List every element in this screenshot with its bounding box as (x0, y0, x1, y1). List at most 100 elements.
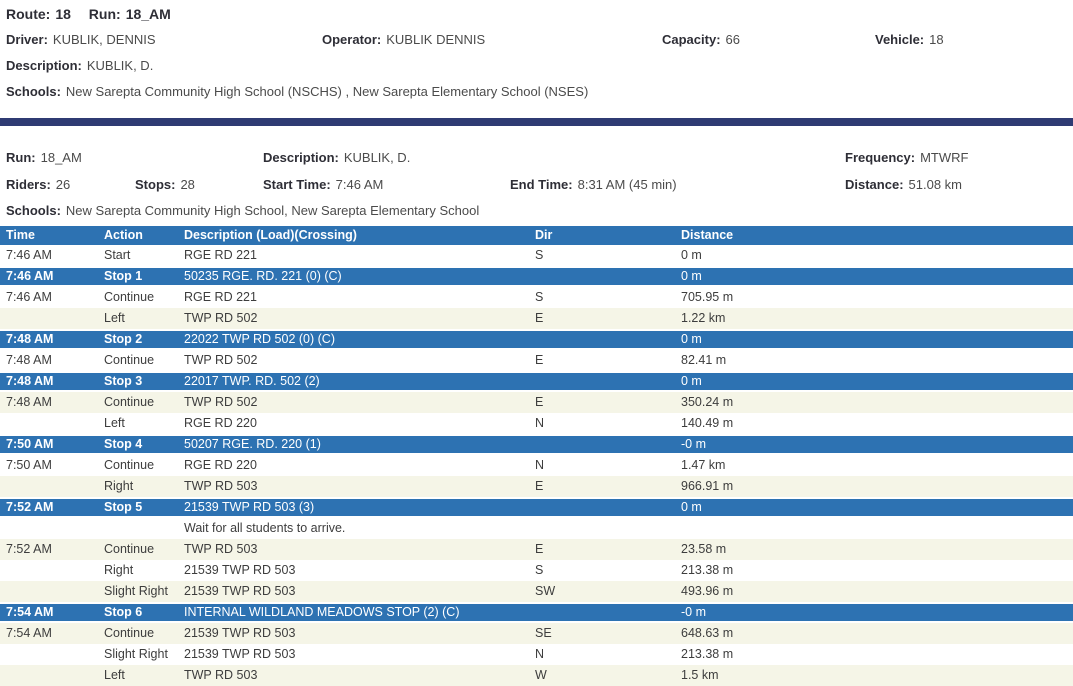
run-detail-line-2: Riders:26 Stops:28 Start Time:7:46 AM En… (0, 175, 1073, 195)
cell-action: Stop 2 (104, 331, 184, 348)
cell-action: Continue (104, 623, 184, 644)
cell-dir: SE (535, 623, 681, 644)
cell-distance: 0 m (681, 499, 1073, 516)
cell-distance: 1.47 km (681, 455, 1073, 476)
cell-time: 7:46 AM (6, 268, 104, 285)
cell-description: RGE RD 220 (184, 413, 535, 434)
cell-time (6, 413, 104, 434)
cell-distance: 0 m (681, 268, 1073, 285)
cell-action: Stop 1 (104, 268, 184, 285)
cell-dir: S (535, 287, 681, 308)
cell-description: 21539 TWP RD 503 (184, 623, 535, 644)
header-description: Description (Load)(Crossing) (184, 226, 535, 245)
vehicle-field: Vehicle:18 (875, 30, 944, 50)
table-header-row: Time Action Description (Load)(Crossing)… (0, 226, 1073, 245)
cell-dir (535, 499, 681, 516)
cell-description: 22017 TWP. RD. 502 (2) (184, 373, 535, 390)
cell-time: 7:48 AM (6, 373, 104, 390)
end-time-field: End Time:8:31 AM (45 min) (510, 175, 677, 195)
distance-field: Distance:51.08 km (845, 175, 962, 195)
route-field: Route:18 (6, 4, 71, 24)
table-row-note: Wait for all students to arrive. (0, 518, 1073, 539)
cell-description: RGE RD 220 (184, 455, 535, 476)
description-line: Description:KUBLIK, D. (0, 56, 1073, 76)
route-label: Route: (6, 6, 50, 22)
cell-description: 50207 RGE. RD. 220 (1) (184, 436, 535, 453)
cell-time: 7:50 AM (6, 436, 104, 453)
run-schools-line: Schools:New Sarepta Community High Schoo… (0, 201, 1073, 221)
table-body: 7:46 AM Start RGE RD 221 S 0 m 7:46 AM S… (0, 245, 1073, 686)
cell-description: 22022 TWP RD 502 (0) (C) (184, 331, 535, 348)
table-row: 7:52 AM Continue TWP RD 503 E 23.58 m (0, 539, 1073, 560)
run-label: Run: (89, 6, 121, 22)
cell-time: 7:54 AM (6, 623, 104, 644)
cell-description: 21539 TWP RD 503 (184, 581, 535, 602)
frequency-field: Frequency:MTWRF (845, 148, 968, 168)
cell-action: Left (104, 665, 184, 686)
run-detail-line-1: Run:18_AM Description:KUBLIK, D. Frequen… (0, 148, 1073, 168)
cell-dir: S (535, 245, 681, 266)
cell-distance: 705.95 m (681, 287, 1073, 308)
run-field: Run:18_AM (6, 148, 82, 168)
cell-time: 7:54 AM (6, 604, 104, 621)
cell-distance: 0 m (681, 331, 1073, 348)
cell-time: 7:48 AM (6, 331, 104, 348)
cell-distance: 1.5 km (681, 665, 1073, 686)
table-row: 7:48 AM Continue TWP RD 502 E 82.41 m (0, 350, 1073, 371)
cell-time (6, 665, 104, 686)
itinerary-table: Time Action Description (Load)(Crossing)… (0, 226, 1073, 686)
header-dir: Dir (535, 226, 681, 245)
cell-description: 50235 RGE. RD. 221 (0) (C) (184, 268, 535, 285)
cell-distance: 213.38 m (681, 644, 1073, 665)
cell-dir: S (535, 560, 681, 581)
cell-dir (535, 518, 681, 539)
cell-time (6, 476, 104, 497)
run-value: 18_AM (126, 6, 171, 22)
cell-description: 21539 TWP RD 503 (184, 560, 535, 581)
cell-action: Continue (104, 539, 184, 560)
cell-dir (535, 268, 681, 285)
cell-description: TWP RD 502 (184, 392, 535, 413)
capacity-field: Capacity:66 (662, 30, 740, 50)
table-row: 7:46 AM Start RGE RD 221 S 0 m (0, 245, 1073, 266)
cell-description: RGE RD 221 (184, 245, 535, 266)
cell-description: TWP RD 503 (184, 476, 535, 497)
cell-time: 7:46 AM (6, 245, 104, 266)
cell-time: 7:50 AM (6, 455, 104, 476)
table-row-stop: 7:52 AM Stop 5 21539 TWP RD 503 (3) 0 m (0, 497, 1073, 518)
cell-action: Left (104, 413, 184, 434)
cell-time (6, 644, 104, 665)
cell-dir (535, 436, 681, 453)
cell-distance: 140.49 m (681, 413, 1073, 434)
cell-description: Wait for all students to arrive. (184, 518, 535, 539)
cell-time: 7:48 AM (6, 350, 104, 371)
table-row: 7:54 AM Continue 21539 TWP RD 503 SE 648… (0, 623, 1073, 644)
table-row: Right 21539 TWP RD 503 S 213.38 m (0, 560, 1073, 581)
cell-dir: N (535, 644, 681, 665)
cell-action: Stop 6 (104, 604, 184, 621)
header-time: Time (6, 226, 104, 245)
cell-time: 7:52 AM (6, 499, 104, 516)
cell-dir: W (535, 665, 681, 686)
cell-distance (681, 518, 1073, 539)
cell-description: TWP RD 503 (184, 539, 535, 560)
table-row: Right TWP RD 503 E 966.91 m (0, 476, 1073, 497)
table-row: Slight Right 21539 TWP RD 503 N 213.38 m (0, 644, 1073, 665)
table-row-stop: 7:50 AM Stop 4 50207 RGE. RD. 220 (1) -0… (0, 434, 1073, 455)
cell-action: Start (104, 245, 184, 266)
table-row-stop: 7:48 AM Stop 2 22022 TWP RD 502 (0) (C) … (0, 329, 1073, 350)
cell-dir: SW (535, 581, 681, 602)
stops-field: Stops:28 (135, 175, 195, 195)
table-row-stop: 7:48 AM Stop 3 22017 TWP. RD. 502 (2) 0 … (0, 371, 1073, 392)
cell-description: RGE RD 221 (184, 287, 535, 308)
cell-distance: 493.96 m (681, 581, 1073, 602)
cell-action (104, 518, 184, 539)
cell-dir: E (535, 476, 681, 497)
cell-description: TWP RD 502 (184, 350, 535, 371)
cell-dir: E (535, 350, 681, 371)
cell-time (6, 518, 104, 539)
riders-field: Riders:26 (6, 175, 70, 195)
run-description-field: Description:KUBLIK, D. (263, 148, 410, 168)
cell-dir: N (535, 413, 681, 434)
cell-distance: 0 m (681, 245, 1073, 266)
